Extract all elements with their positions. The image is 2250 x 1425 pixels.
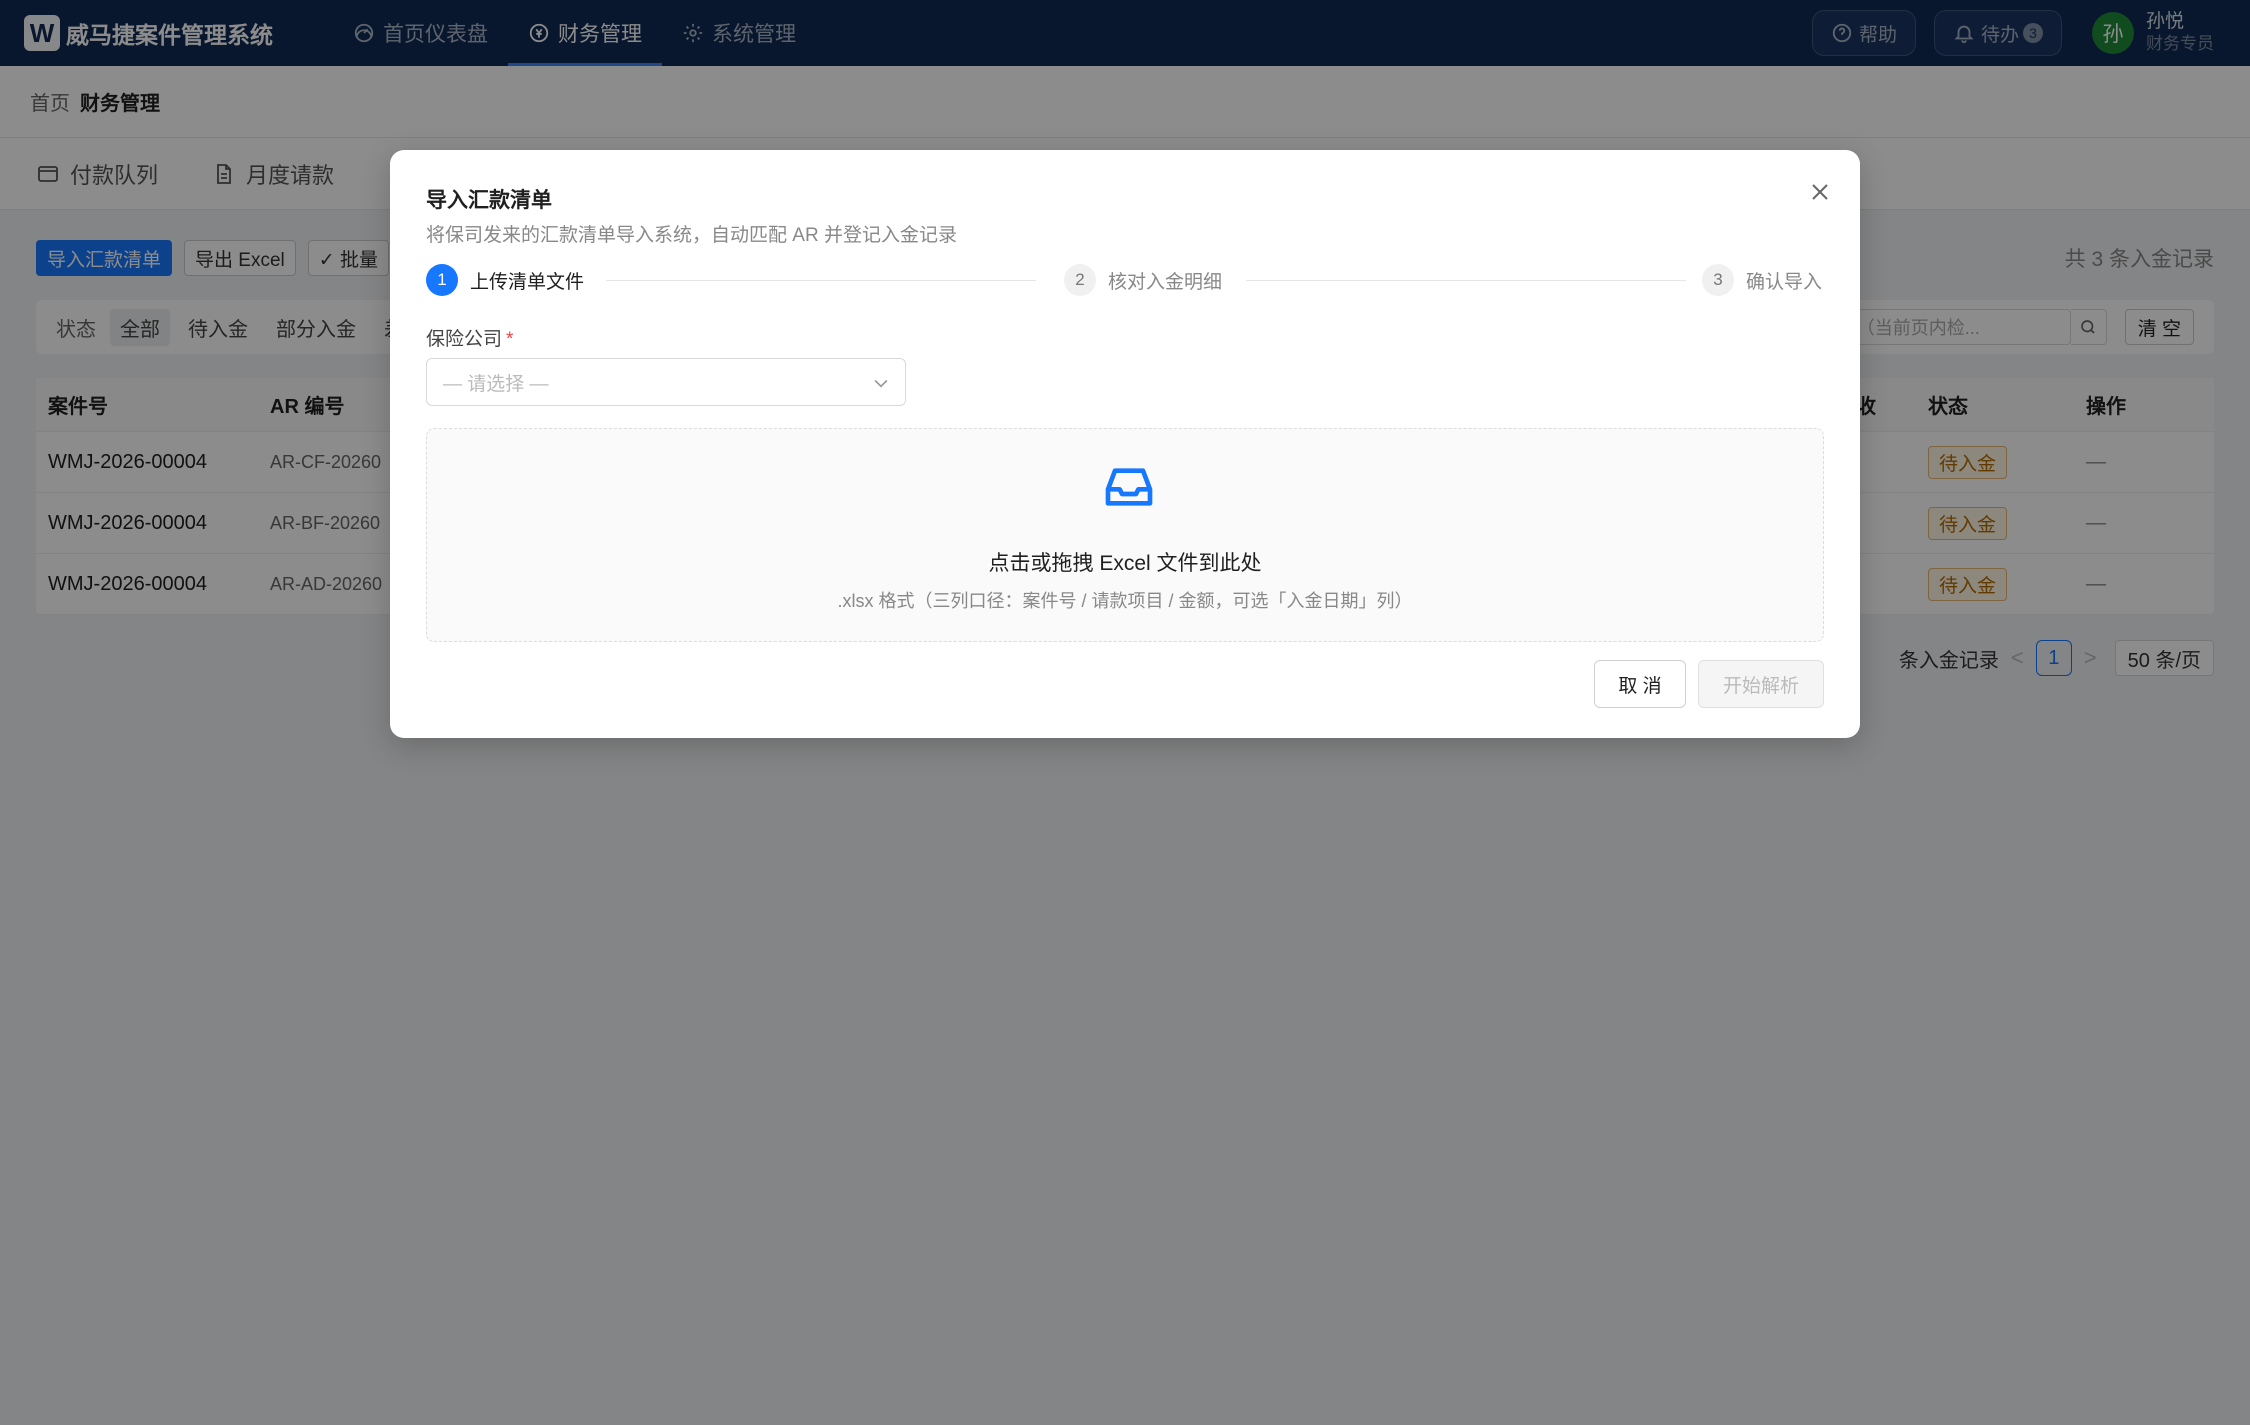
required-mark: *: [506, 329, 514, 350]
step-confirm: 3 确认导入: [1702, 264, 1822, 296]
close-icon[interactable]: [1808, 180, 1832, 204]
chevron-down-icon: [874, 379, 888, 388]
cancel-button[interactable]: 取 消: [1594, 660, 1686, 708]
dialog-subtitle: 将保司发来的汇款清单导入系统，自动匹配 AR 并登记入金记录: [426, 225, 957, 246]
upload-main-text: 点击或拖拽 Excel 文件到此处: [988, 552, 1262, 575]
step-verify: 2 核对入金明细: [1064, 264, 1222, 296]
step-number: 3: [1702, 264, 1734, 296]
insurer-select[interactable]: — 请选择 —: [426, 358, 906, 406]
upload-hint-text: .xlsx 格式（三列口径：案件号 / 请款项目 / 金额，可选「入金日期」列）: [837, 591, 1413, 611]
step-upload: 1 上传清单文件: [426, 264, 584, 296]
import-remittance-dialog: 导入汇款清单 将保司发来的汇款清单导入系统，自动匹配 AR 并登记入金记录 1 …: [390, 150, 1860, 738]
file-upload-dropzone[interactable]: 点击或拖拽 Excel 文件到此处 .xlsx 格式（三列口径：案件号 / 请款…: [426, 428, 1824, 642]
insurer-field-label: 保险公司 *: [426, 324, 513, 351]
step-label: 核对入金明细: [1108, 271, 1223, 293]
import-steps: 1 上传清单文件 2 核对入金明细 3 确认导入: [426, 264, 1826, 298]
insurer-label-text: 保险公司: [426, 329, 503, 350]
inbox-icon: [1105, 468, 1153, 506]
step-label: 确认导入: [1746, 271, 1823, 293]
step-connector: [606, 280, 1036, 281]
step-number: 2: [1064, 264, 1096, 296]
select-placeholder: — 请选择 —: [443, 373, 549, 395]
dialog-title: 导入汇款清单: [426, 189, 552, 212]
step-connector: [1246, 280, 1686, 281]
step-number: 1: [426, 264, 458, 296]
start-parse-button[interactable]: 开始解析: [1698, 660, 1824, 708]
step-label: 上传清单文件: [470, 271, 585, 293]
